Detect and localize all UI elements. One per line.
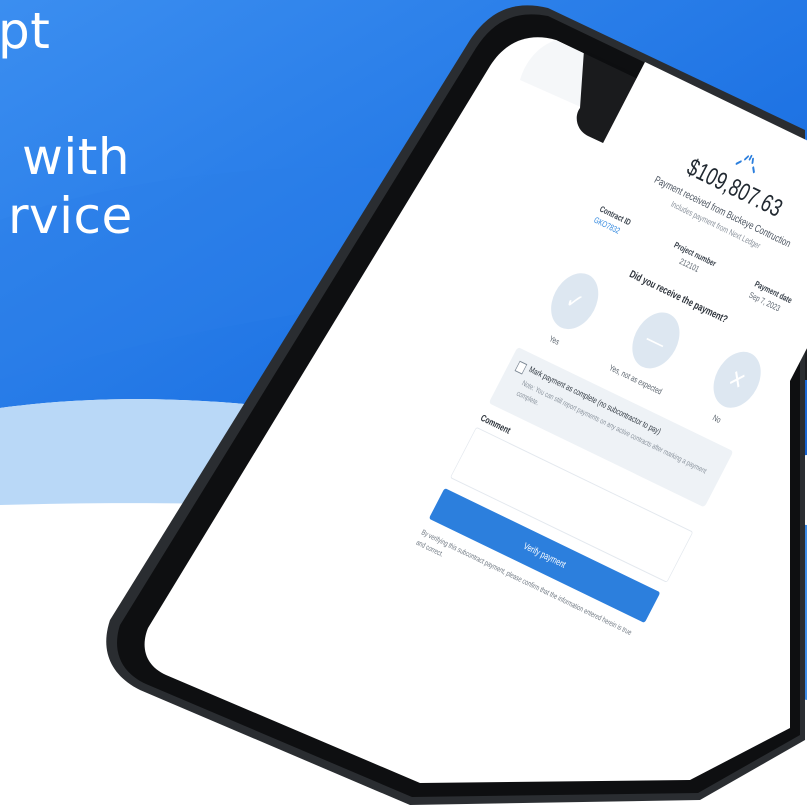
mark-complete-checkbox[interactable] xyxy=(514,360,528,375)
promo-stage: pt with rvice $109,807.63 Payment receiv… xyxy=(0,0,807,808)
minus-icon: — xyxy=(623,304,689,377)
payment-date: Payment date Sep 7, 2023 xyxy=(746,278,794,318)
check-icon: ✓ xyxy=(541,265,608,337)
choice-yes-not-expected[interactable]: — Yes, not as expected xyxy=(599,298,703,401)
x-icon: ✕ xyxy=(704,344,770,416)
project-number: Project number 212101 xyxy=(666,239,718,281)
phone: $109,807.63 Payment received from Buckey… xyxy=(0,0,807,808)
contract-id: Contract ID GKO7832 xyxy=(591,203,633,240)
